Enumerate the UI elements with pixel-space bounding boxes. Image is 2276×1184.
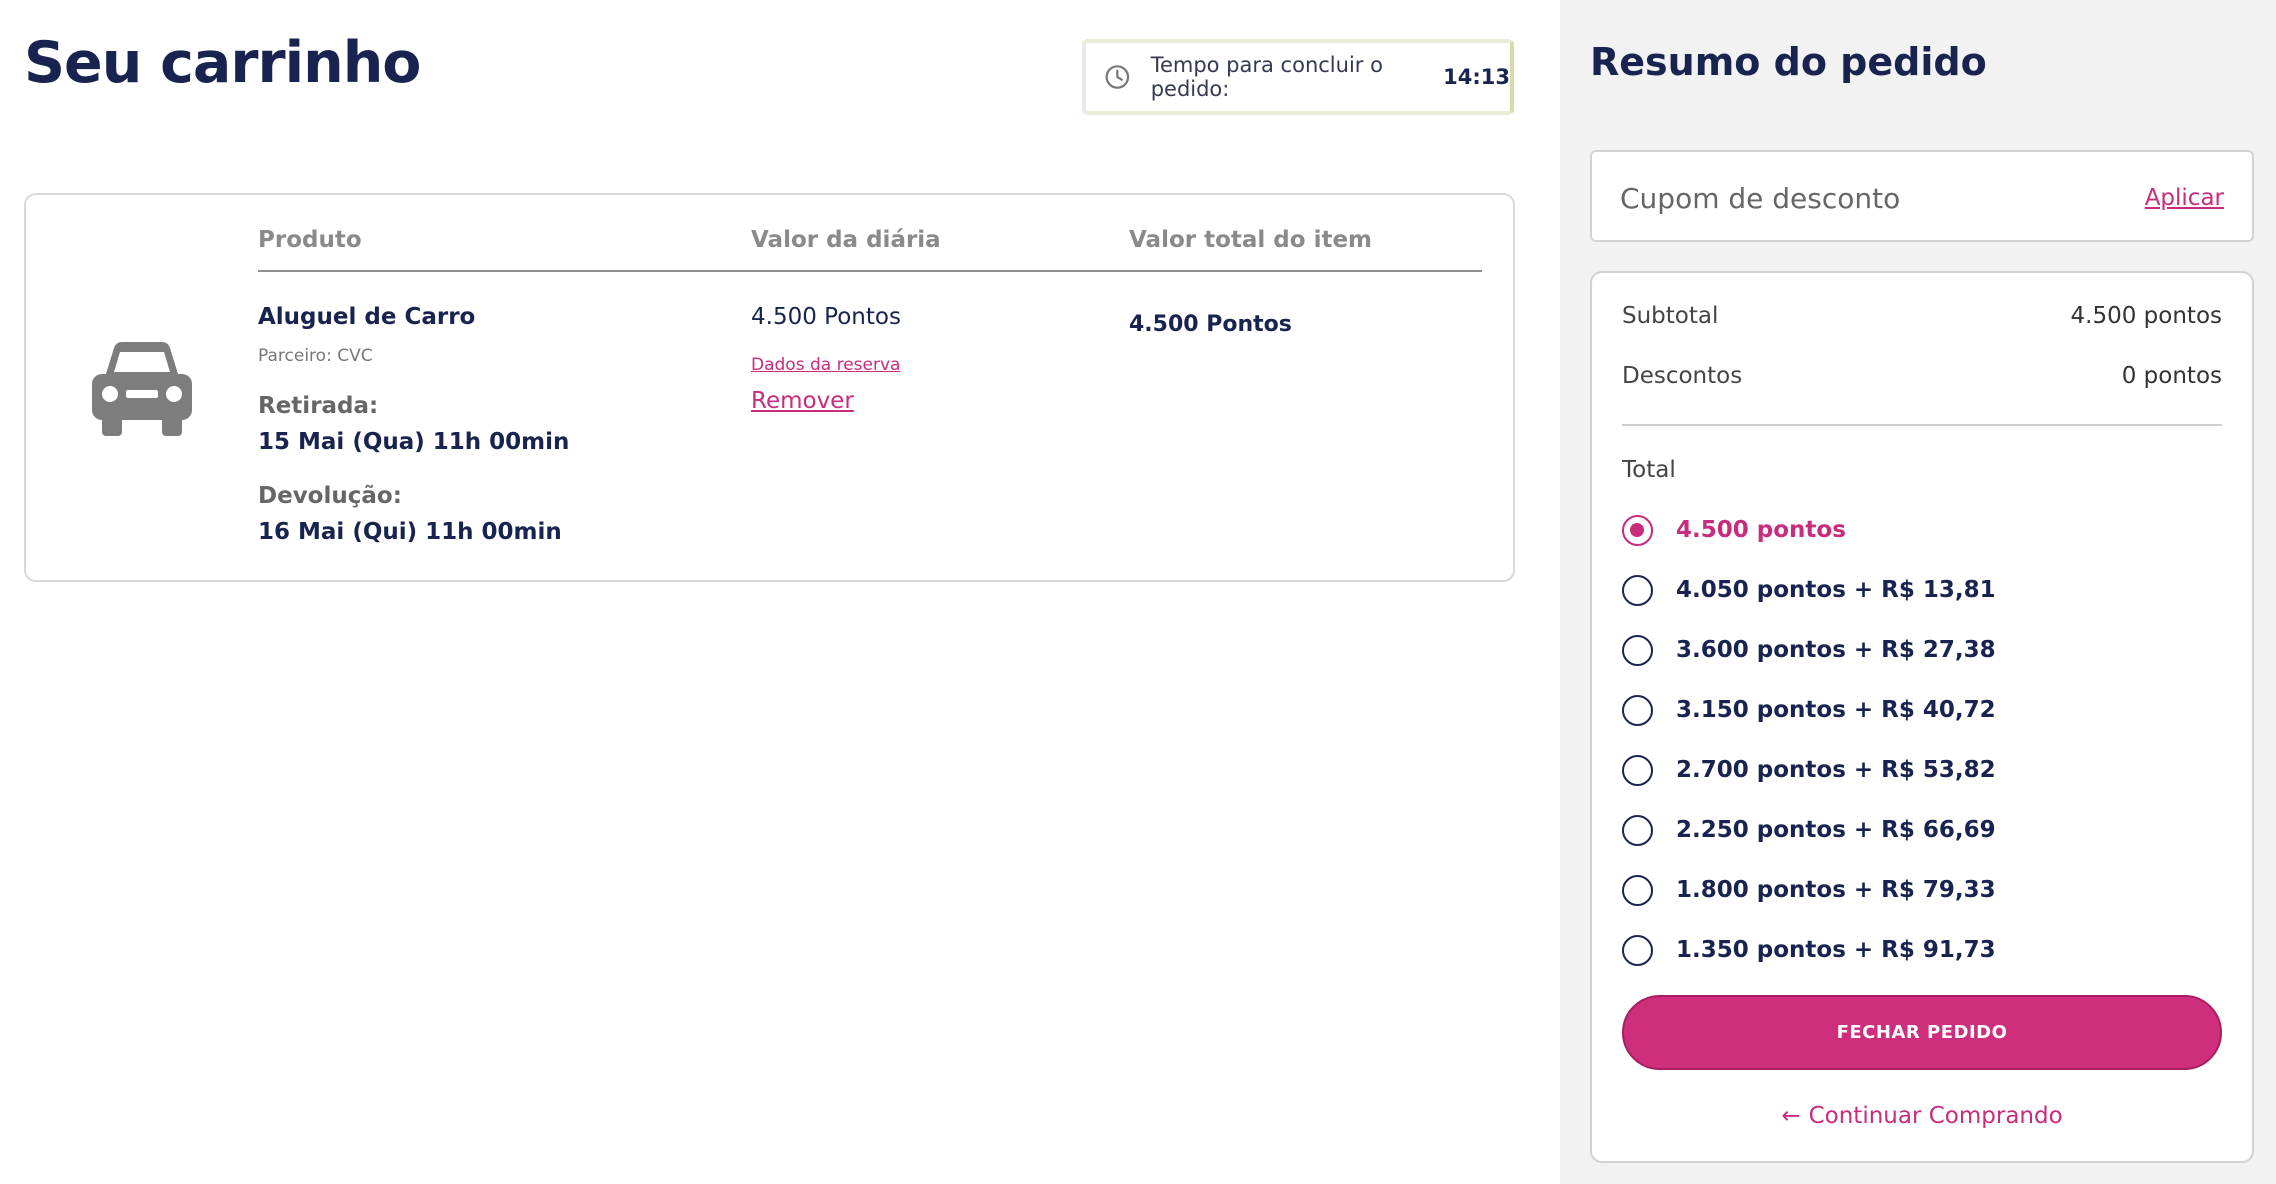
item-total-value: 4.500 Pontos <box>1129 312 1292 337</box>
continue-shopping-link[interactable]: ← Continuar Comprando <box>1592 1103 2252 1129</box>
reservation-details-link[interactable]: Dados da reserva <box>751 355 900 375</box>
payment-option[interactable]: 1.350 pontos + R$ 91,73 <box>1622 933 2202 967</box>
payment-option-label: 2.250 pontos + R$ 66,69 <box>1676 817 1996 843</box>
radio-button[interactable] <box>1622 754 1653 786</box>
radio-button[interactable] <box>1622 874 1653 906</box>
payment-option[interactable]: 1.800 pontos + R$ 79,33 <box>1622 873 2202 907</box>
radio-button[interactable] <box>1622 514 1653 546</box>
summary-card: Subtotal 4.500 pontos Descontos 0 pontos… <box>1590 271 2254 1163</box>
payment-option[interactable]: 3.150 pontos + R$ 40,72 <box>1622 693 2202 727</box>
payment-option-label: 3.600 pontos + R$ 27,38 <box>1676 637 1996 663</box>
order-timer: Tempo para concluir o pedido: 14:13 <box>1082 39 1514 115</box>
column-daily: Valor da diária <box>751 227 941 253</box>
payment-option-label: 4.050 pontos + R$ 13,81 <box>1676 577 1996 603</box>
coupon-field[interactable]: Cupom de desconto Aplicar <box>1590 150 2254 242</box>
payment-option-label: 1.800 pontos + R$ 79,33 <box>1676 877 1996 903</box>
product-name: Aluguel de Carro <box>258 304 476 330</box>
daily-value: 4.500 Pontos <box>751 304 901 330</box>
payment-option[interactable]: 4.050 pontos + R$ 13,81 <box>1622 573 2202 607</box>
summary-title: Resumo do pedido <box>1590 40 1987 84</box>
subtotal-value: 4.500 pontos <box>2070 303 2222 329</box>
payment-option-label: 4.500 pontos <box>1676 517 1846 543</box>
radio-button[interactable] <box>1622 574 1653 606</box>
payment-option[interactable]: 2.700 pontos + R$ 53,82 <box>1622 753 2202 787</box>
column-product: Produto <box>258 227 362 253</box>
radio-button[interactable] <box>1622 814 1653 846</box>
timer-value: 14:13 <box>1443 65 1510 89</box>
clock-icon <box>1105 65 1130 89</box>
payment-option[interactable]: 3.600 pontos + R$ 27,38 <box>1622 633 2202 667</box>
coupon-placeholder: Cupom de desconto <box>1620 182 1901 215</box>
return-value: 16 Mai (Qui) 11h 00min <box>258 519 562 545</box>
arrow-left-icon: ← <box>1781 1103 1801 1129</box>
header-divider <box>258 270 1482 272</box>
payment-option-label: 3.150 pontos + R$ 40,72 <box>1676 697 1996 723</box>
summary-divider <box>1622 424 2222 426</box>
product-partner: Parceiro: CVC <box>258 346 373 366</box>
cart-item-card: Produto Valor da diária Valor total do i… <box>24 193 1515 582</box>
discount-label: Descontos <box>1622 363 1743 389</box>
total-label: Total <box>1622 457 1676 483</box>
cart-title: Seu carrinho <box>24 30 421 96</box>
car-icon <box>92 342 192 436</box>
radio-button[interactable] <box>1622 694 1653 726</box>
timer-label: Tempo para concluir o pedido: <box>1150 53 1383 101</box>
column-total: Valor total do item <box>1129 227 1373 253</box>
radio-button[interactable] <box>1622 934 1653 966</box>
payment-option[interactable]: 2.250 pontos + R$ 66,69 <box>1622 813 2202 847</box>
pickup-label: Retirada: <box>258 393 379 419</box>
checkout-button[interactable]: FECHAR PEDIDO <box>1622 995 2222 1070</box>
discount-value: 0 pontos <box>2121 363 2222 389</box>
apply-coupon-link[interactable]: Aplicar <box>2145 185 2224 211</box>
pickup-value: 15 Mai (Qua) 11h 00min <box>258 429 570 455</box>
payment-option[interactable]: 4.500 pontos <box>1622 513 2202 547</box>
return-label: Devolução: <box>258 483 402 509</box>
remove-item-link[interactable]: Remover <box>751 388 854 414</box>
radio-button[interactable] <box>1622 634 1653 666</box>
subtotal-label: Subtotal <box>1622 303 1719 329</box>
continue-shopping-label: Continuar Comprando <box>1808 1103 2063 1129</box>
payment-option-label: 1.350 pontos + R$ 91,73 <box>1676 937 1996 963</box>
payment-option-label: 2.700 pontos + R$ 53,82 <box>1676 757 1996 783</box>
